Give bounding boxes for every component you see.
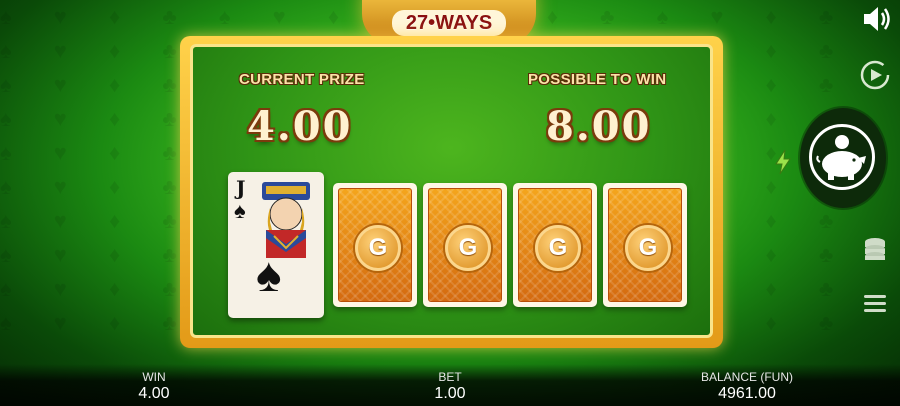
lightning-icon[interactable] [773,148,793,176]
card-rank: J [236,176,246,200]
status-bar: WIN 4.00 BET 1.00 BALANCE (FUN) 4961.00 [0,364,900,406]
balance-display: BALANCE (FUN) 4961.00 [682,370,812,403]
gamble-panel-felt: CURRENT PRIZE POSSIBLE TO WIN 4.00 8.00 … [190,44,713,338]
win-value: 4.00 [138,385,170,402]
bet-display: BET 1.00 [410,370,490,403]
face-down-card-1[interactable]: G [333,183,417,307]
face-down-card-3[interactable]: G [513,183,597,307]
autoplay-icon[interactable] [858,58,892,92]
face-down-card-4[interactable]: G [603,183,687,307]
spade-large-icon: ♠ [256,249,282,302]
piggy-bank-icon [816,135,866,180]
win-label: WIN [142,370,166,384]
bet-label: BET [438,370,462,384]
spade-icon: ♠ [234,198,246,223]
hamburger-menu-icon[interactable] [862,292,888,316]
current-prize-label: CURRENT PRIZE [239,71,365,88]
g-logo-icon: G [355,225,401,271]
face-down-card-2[interactable]: G [423,183,507,307]
current-prize-value: 4.00 [247,103,353,150]
g-logo-icon: G [535,225,581,271]
collect-button[interactable] [800,108,886,208]
revealed-card-jack-of-spades: J ♠ ♠ [228,172,324,318]
bet-value: 1.00 [434,385,466,402]
g-logo-icon: G [445,225,491,271]
gamble-panel: CURRENT PRIZE POSSIBLE TO WIN 4.00 8.00 … [180,36,723,348]
coin-stack-icon[interactable] [862,236,888,264]
balance-label: BALANCE (FUN) [700,370,793,384]
possible-to-win-value: 8.00 [546,103,652,150]
logo-text: 27•WAYS [405,12,493,34]
speaker-icon[interactable] [858,2,894,36]
g-logo-icon: G [625,225,671,271]
possible-to-win-label: POSSIBLE TO WIN [528,71,667,88]
balance-value: 4961.00 [718,385,776,402]
win-display: WIN 4.00 [114,370,194,403]
